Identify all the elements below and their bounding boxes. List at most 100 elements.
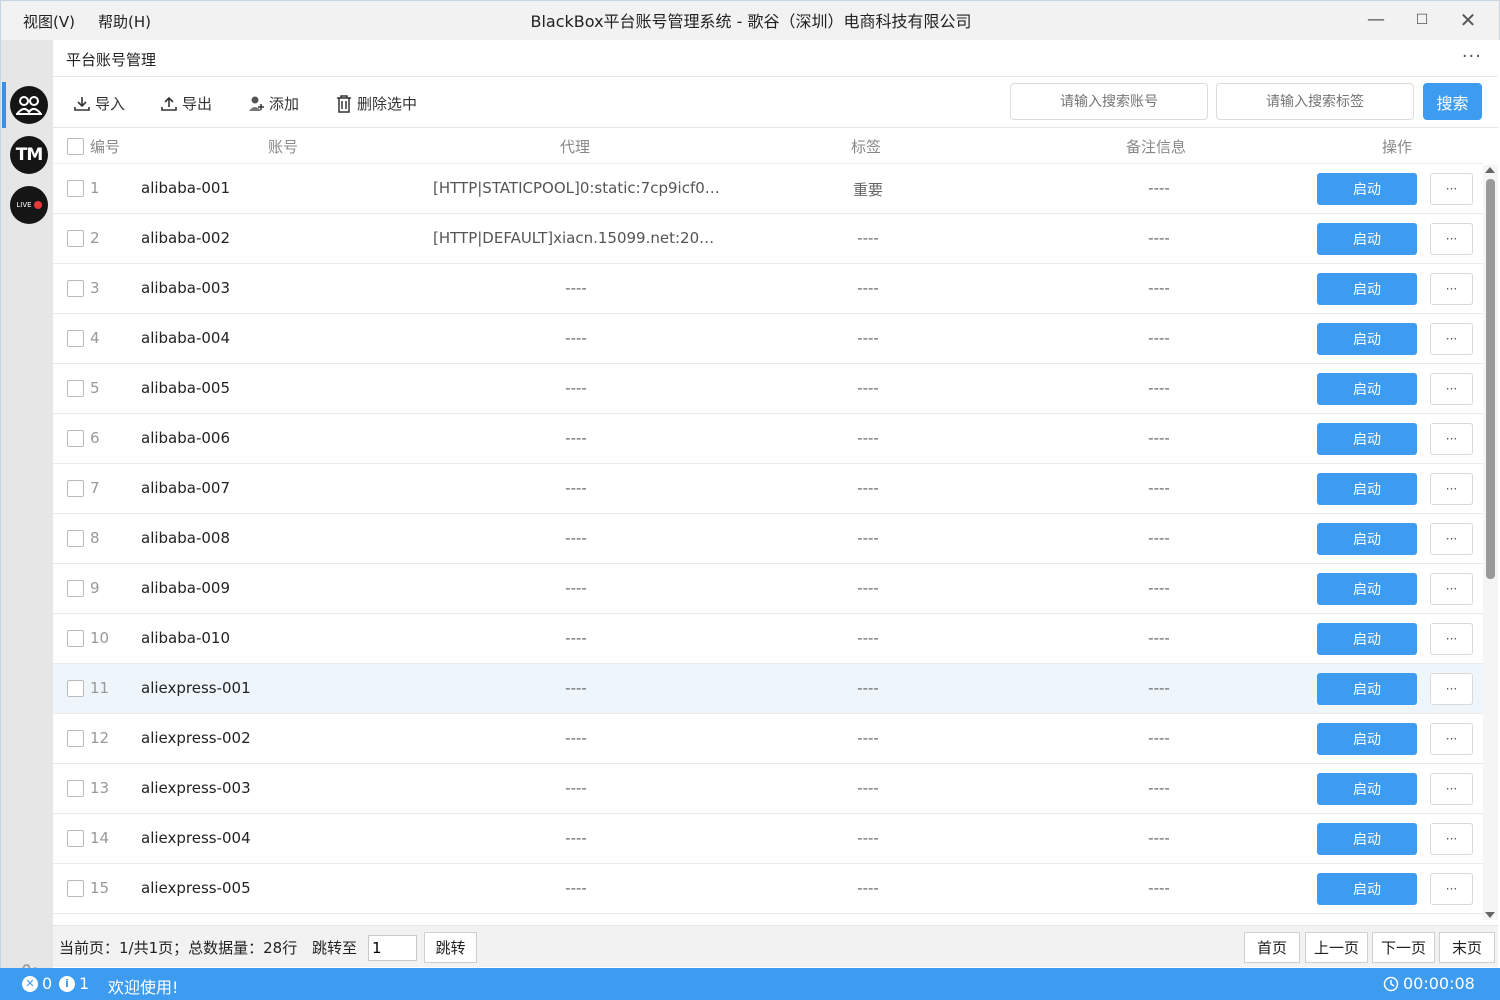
- sidebar-item-accounts[interactable]: [10, 86, 48, 124]
- row-checkbox[interactable]: [67, 680, 84, 697]
- row-checkbox[interactable]: [67, 380, 84, 397]
- import-label: 导入: [95, 95, 126, 113]
- start-button[interactable]: 启动: [1317, 723, 1417, 755]
- row-more-button[interactable]: ···: [1430, 723, 1473, 755]
- row-note: ----: [1148, 829, 1170, 847]
- row-checkbox[interactable]: [67, 430, 84, 447]
- jump-button[interactable]: 跳转: [424, 932, 477, 963]
- jump-page-input[interactable]: [368, 935, 417, 961]
- row-more-button[interactable]: ···: [1430, 523, 1473, 555]
- row-checkbox[interactable]: [67, 280, 84, 297]
- table-row[interactable]: 13 aliexpress-003 ---- ---- ---- 启动 ···: [53, 764, 1483, 814]
- status-message: 欢迎使用!: [108, 978, 179, 997]
- table-row[interactable]: 7 alibaba-007 ---- ---- ---- 启动 ···: [53, 464, 1483, 514]
- row-note: ----: [1148, 679, 1170, 697]
- row-tag: ----: [857, 629, 879, 647]
- next-page-button[interactable]: 下一页: [1372, 932, 1435, 963]
- row-more-button[interactable]: ···: [1430, 223, 1473, 255]
- row-checkbox[interactable]: [67, 580, 84, 597]
- scroll-up-arrow-icon[interactable]: [1485, 167, 1495, 173]
- row-more-button[interactable]: ···: [1430, 673, 1473, 705]
- info-count[interactable]: i 1: [59, 974, 89, 993]
- row-more-button[interactable]: ···: [1430, 273, 1473, 305]
- start-button[interactable]: 启动: [1317, 323, 1417, 355]
- minimize-button[interactable]: —: [1363, 7, 1389, 33]
- start-button[interactable]: 启动: [1317, 773, 1417, 805]
- start-button[interactable]: 启动: [1317, 573, 1417, 605]
- row-proxy: [HTTP|DEFAULT]xiacn.15099.net:2000...: [433, 229, 723, 247]
- search-button[interactable]: 搜索: [1423, 83, 1482, 120]
- scroll-down-arrow-icon[interactable]: [1485, 912, 1495, 918]
- start-button[interactable]: 启动: [1317, 173, 1417, 205]
- start-button[interactable]: 启动: [1317, 473, 1417, 505]
- row-checkbox[interactable]: [67, 780, 84, 797]
- row-more-button[interactable]: ···: [1430, 573, 1473, 605]
- start-button[interactable]: 启动: [1317, 373, 1417, 405]
- start-button[interactable]: 启动: [1317, 273, 1417, 305]
- row-proxy: [HTTP|STATICPOOL]0:static:7cp9icf01 ...: [433, 179, 723, 197]
- start-button[interactable]: 启动: [1317, 873, 1417, 905]
- start-button[interactable]: 启动: [1317, 673, 1417, 705]
- maximize-button[interactable]: ☐: [1409, 7, 1435, 33]
- table-row[interactable]: 10 alibaba-010 ---- ---- ---- 启动 ···: [53, 614, 1483, 664]
- row-note: ----: [1148, 879, 1170, 897]
- table-row[interactable]: 5 alibaba-005 ---- ---- ---- 启动 ···: [53, 364, 1483, 414]
- close-button[interactable]: ✕: [1455, 7, 1481, 33]
- row-checkbox[interactable]: [67, 330, 84, 347]
- row-more-button[interactable]: ···: [1430, 423, 1473, 455]
- row-checkbox[interactable]: [67, 880, 84, 897]
- start-button[interactable]: 启动: [1317, 623, 1417, 655]
- start-button[interactable]: 启动: [1317, 423, 1417, 455]
- search-account-input[interactable]: [1010, 83, 1208, 120]
- start-button[interactable]: 启动: [1317, 823, 1417, 855]
- row-more-button[interactable]: ···: [1430, 373, 1473, 405]
- row-more-button[interactable]: ···: [1430, 823, 1473, 855]
- table-row[interactable]: 4 alibaba-004 ---- ---- ---- 启动 ···: [53, 314, 1483, 364]
- row-tag: ----: [857, 879, 879, 897]
- row-more-button[interactable]: ···: [1430, 623, 1473, 655]
- row-checkbox[interactable]: [67, 530, 84, 547]
- row-checkbox[interactable]: [67, 730, 84, 747]
- row-more-button[interactable]: ···: [1430, 773, 1473, 805]
- trash-icon: [337, 94, 351, 113]
- more-menu-icon[interactable]: ···: [1462, 46, 1482, 67]
- error-count[interactable]: ✕ 0: [22, 974, 52, 993]
- row-more-button[interactable]: ···: [1430, 473, 1473, 505]
- start-button[interactable]: 启动: [1317, 223, 1417, 255]
- select-all-checkbox[interactable]: [67, 138, 84, 155]
- row-checkbox[interactable]: [67, 180, 84, 197]
- table-row[interactable]: 11 aliexpress-001 ---- ---- ---- 启动 ···: [53, 664, 1483, 714]
- last-page-button[interactable]: 末页: [1439, 932, 1495, 963]
- table-row[interactable]: 14 aliexpress-004 ---- ---- ---- 启动 ···: [53, 814, 1483, 864]
- table-row[interactable]: 6 alibaba-006 ---- ---- ---- 启动 ···: [53, 414, 1483, 464]
- scroll-thumb[interactable]: [1486, 179, 1495, 579]
- table-row[interactable]: 2 alibaba-002 [HTTP|DEFAULT]xiacn.15099.ne…: [53, 214, 1483, 264]
- row-checkbox[interactable]: [67, 630, 84, 647]
- row-more-button[interactable]: ···: [1430, 173, 1473, 205]
- add-button[interactable]: 添加: [247, 93, 299, 114]
- first-page-button[interactable]: 首页: [1244, 932, 1300, 963]
- row-checkbox[interactable]: [67, 830, 84, 847]
- start-button[interactable]: 启动: [1317, 523, 1417, 555]
- search-tag-input[interactable]: [1216, 83, 1414, 120]
- sidebar-item-tm[interactable]: TM: [10, 136, 48, 174]
- row-proxy: ----: [565, 529, 587, 547]
- info-count-value: 1: [79, 974, 90, 993]
- row-more-button[interactable]: ···: [1430, 873, 1473, 905]
- delete-selected-button[interactable]: 删除选中: [335, 93, 417, 114]
- prev-page-button[interactable]: 上一页: [1305, 932, 1368, 963]
- sidebar-item-live[interactable]: LIVE: [10, 186, 48, 224]
- table-row[interactable]: 12 aliexpress-002 ---- ---- ---- 启动 ···: [53, 714, 1483, 764]
- row-more-button[interactable]: ···: [1430, 323, 1473, 355]
- export-button[interactable]: 导出: [160, 93, 212, 114]
- row-checkbox[interactable]: [67, 230, 84, 247]
- table-row[interactable]: 9 alibaba-009 ---- ---- ---- 启动 ···: [53, 564, 1483, 614]
- table-row[interactable]: 3 alibaba-003 ---- ---- ---- 启动 ···: [53, 264, 1483, 314]
- row-checkbox[interactable]: [67, 480, 84, 497]
- table-row[interactable]: 15 aliexpress-005 ---- ---- ---- 启动 ···: [53, 864, 1483, 914]
- table-row[interactable]: 1 alibaba-001 [HTTP|STATICPOOL]0:static:7c…: [53, 164, 1483, 214]
- import-button[interactable]: 导入: [73, 93, 125, 114]
- table-row[interactable]: 8 alibaba-008 ---- ---- ---- 启动 ···: [53, 514, 1483, 564]
- table-scrollbar[interactable]: [1483, 165, 1498, 920]
- clock-icon: [1383, 976, 1399, 991]
